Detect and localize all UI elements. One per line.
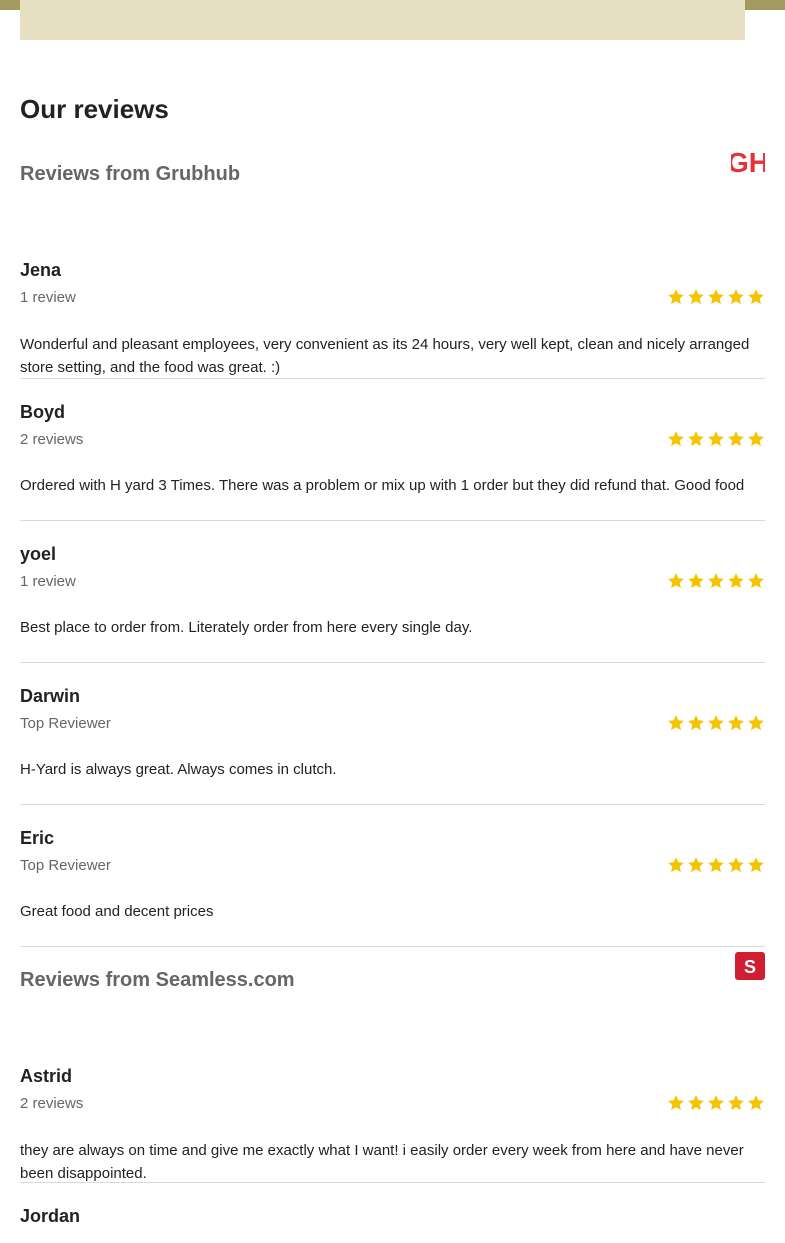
star-rating <box>667 572 765 590</box>
star-icon <box>728 431 744 447</box>
seamless-reviews-section: Reviews from Seamless.com S Astrid 2 rev… <box>20 952 765 1226</box>
grubhub-logo-text: GH <box>731 147 765 176</box>
review-text: Wonderful and pleasant employees, very c… <box>20 336 750 376</box>
review-item: Boyd 2 reviews Ordered with H yard 3 Tim… <box>20 379 765 521</box>
reviewer-name: Jena <box>20 260 62 280</box>
star-icon <box>688 289 704 305</box>
star-icon <box>748 715 764 731</box>
grubhub-logo-icon: GH <box>731 147 765 176</box>
star-icon <box>728 1095 744 1111</box>
star-icon <box>728 857 744 873</box>
review-item: Eric Top Reviewer Great food and decent … <box>20 805 765 947</box>
review-text: Ordered with H yard 3 Times. There was a… <box>20 477 745 494</box>
star-icon <box>688 573 704 589</box>
star-icon <box>668 857 684 873</box>
section-title-grubhub: Reviews from Grubhub <box>20 163 241 185</box>
reviewer-name: Jordan <box>20 1206 81 1226</box>
star-icon <box>748 573 764 589</box>
review-text: H-Yard is always great. Always comes in … <box>20 761 337 778</box>
reviewer-meta: 2 reviews <box>20 431 84 448</box>
star-icon <box>688 1095 704 1111</box>
reviewer-meta: 1 review <box>20 573 76 590</box>
star-icon <box>728 715 744 731</box>
star-icon <box>708 431 724 447</box>
star-icon <box>668 715 684 731</box>
star-icon <box>748 857 764 873</box>
page-title: Our reviews <box>20 94 169 124</box>
star-icon <box>708 715 724 731</box>
seamless-logo-icon: S <box>735 952 765 980</box>
reviewer-name: yoel <box>20 544 57 564</box>
reviewer-meta: 1 review <box>20 289 76 306</box>
reviewer-name: Eric <box>20 828 55 848</box>
review-item: Jena 1 review Wonderful and pleasant emp… <box>20 218 765 379</box>
reviewer-meta: Top Reviewer <box>20 715 111 732</box>
star-icon <box>728 289 744 305</box>
top-banner <box>20 0 745 40</box>
section-header: Reviews from Grubhub GH <box>20 147 765 201</box>
reviewer-meta: 2 reviews <box>20 1095 84 1112</box>
star-icon <box>748 431 764 447</box>
star-rating <box>667 1094 765 1112</box>
reviewer-name: Darwin <box>20 686 81 706</box>
star-icon <box>668 1095 684 1111</box>
review-item: Darwin Top Reviewer H-Yard is always gre… <box>20 663 765 805</box>
review-item: Jordan <box>20 1183 765 1243</box>
reviewer-meta: Top Reviewer <box>20 857 111 874</box>
star-icon <box>708 573 724 589</box>
seamless-logo-text: S <box>744 957 756 977</box>
star-icon <box>668 289 684 305</box>
review-text: Best place to order from. Literately ord… <box>20 619 473 636</box>
review-item: yoel 1 review Best place to order from. … <box>20 521 765 663</box>
star-icon <box>688 715 704 731</box>
star-rating <box>667 714 765 732</box>
star-rating <box>667 430 765 448</box>
star-icon <box>708 1095 724 1111</box>
grubhub-reviews-section: Reviews from Grubhub GH Jena 1 review Wo… <box>20 147 765 947</box>
star-icon <box>688 431 704 447</box>
reviewer-name: Boyd <box>20 402 65 422</box>
star-icon <box>708 857 724 873</box>
star-rating <box>667 288 765 306</box>
section-header: Reviews from Seamless.com S <box>20 952 765 1007</box>
reviewer-name: Astrid <box>20 1066 73 1086</box>
star-icon <box>728 573 744 589</box>
review-text: they are always on time and give me exac… <box>20 1142 744 1182</box>
section-title-seamless: Reviews from Seamless.com <box>20 969 295 991</box>
review-item: Astrid 2 reviews they are always on time… <box>20 1024 765 1183</box>
star-icon <box>668 573 684 589</box>
star-icon <box>748 289 764 305</box>
star-icon <box>688 857 704 873</box>
star-icon <box>668 431 684 447</box>
star-icon <box>708 289 724 305</box>
review-text: Great food and decent prices <box>20 903 214 920</box>
star-rating <box>667 856 765 874</box>
star-icon <box>748 1095 764 1111</box>
